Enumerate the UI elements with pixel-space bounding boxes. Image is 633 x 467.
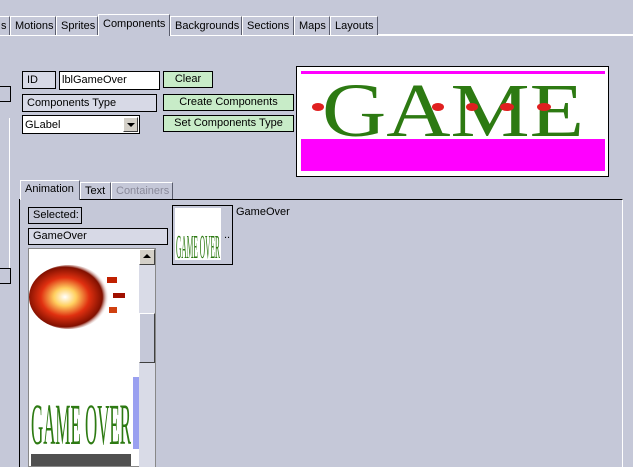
tab-label: Containers (116, 185, 170, 197)
frame-ellipsis: .. (224, 229, 231, 241)
preview-text: GAME (322, 69, 584, 153)
sprite-list[interactable]: GAME OVER (28, 248, 156, 467)
clear-button[interactable]: Clear (163, 71, 213, 88)
tab-backgrounds[interactable]: Backgrounds (170, 16, 242, 36)
tab-label: s (1, 20, 7, 32)
scroll-thumb[interactable] (139, 313, 155, 363)
create-components-button[interactable]: Create Components (163, 94, 294, 111)
id-label: ID (22, 71, 56, 89)
scroll-up-icon[interactable] (139, 249, 155, 265)
tab-containers: Containers (111, 182, 173, 200)
tab-label: Animation (25, 183, 74, 195)
tab-sections[interactable]: Sections (242, 16, 294, 36)
sprite-list-art: GAME OVER (29, 265, 140, 466)
tab-label: Layouts (335, 20, 374, 32)
tab-text[interactable]: Text (80, 182, 111, 200)
tab-baseline (0, 35, 633, 36)
tab-label: Text (85, 185, 106, 197)
preview-dot (312, 103, 324, 111)
set-components-type-button[interactable]: Set Components Type (163, 115, 294, 132)
game-over-sprite-icon: GAME OVER (31, 392, 131, 457)
preview-dot (432, 103, 444, 111)
tab-components[interactable]: Components (98, 14, 170, 36)
left-stub-control[interactable] (0, 86, 11, 102)
component-preview: GAME (296, 66, 609, 177)
select-value: GLabel (25, 119, 61, 131)
list-item-partial (31, 454, 131, 466)
tab-layouts[interactable]: Layouts (330, 16, 378, 36)
tab-animation[interactable]: Animation (20, 180, 80, 200)
tab-label: Backgrounds (175, 20, 240, 32)
components-type-select[interactable]: GLabel (22, 115, 140, 134)
selected-label: Selected: (28, 207, 82, 224)
frame-thumbnail-text: GAME OVER (176, 229, 220, 264)
tab-label: Motions (15, 20, 54, 32)
tab-motions[interactable]: Motions (10, 16, 56, 36)
left-stub-divider (0, 118, 10, 278)
explosion-sprite-icon (29, 265, 109, 329)
components-type-label: Components Type (22, 94, 157, 112)
tab-label: Sections (247, 20, 290, 32)
selected-value: GameOver (28, 228, 168, 245)
preview-dot (500, 103, 514, 111)
tab-label: Components (103, 18, 166, 30)
tab-label: Sprites (61, 20, 96, 32)
preview-dot (466, 103, 478, 111)
sprite-list-scrollbar[interactable] (139, 249, 155, 467)
preview-canvas: GAME (301, 69, 605, 171)
left-stub-control-2[interactable] (0, 268, 11, 284)
preview-dot (537, 103, 551, 111)
tab-partial[interactable]: s (0, 16, 10, 36)
tab-label: Maps (299, 20, 326, 32)
id-input[interactable]: lblGameOver (59, 71, 160, 90)
tab-strip-tail (378, 16, 633, 35)
chevron-down-icon[interactable] (123, 117, 138, 132)
tab-sprites[interactable]: Sprites (56, 16, 98, 36)
sprite-name: GameOver (236, 206, 290, 218)
tab-maps[interactable]: Maps (294, 16, 330, 36)
